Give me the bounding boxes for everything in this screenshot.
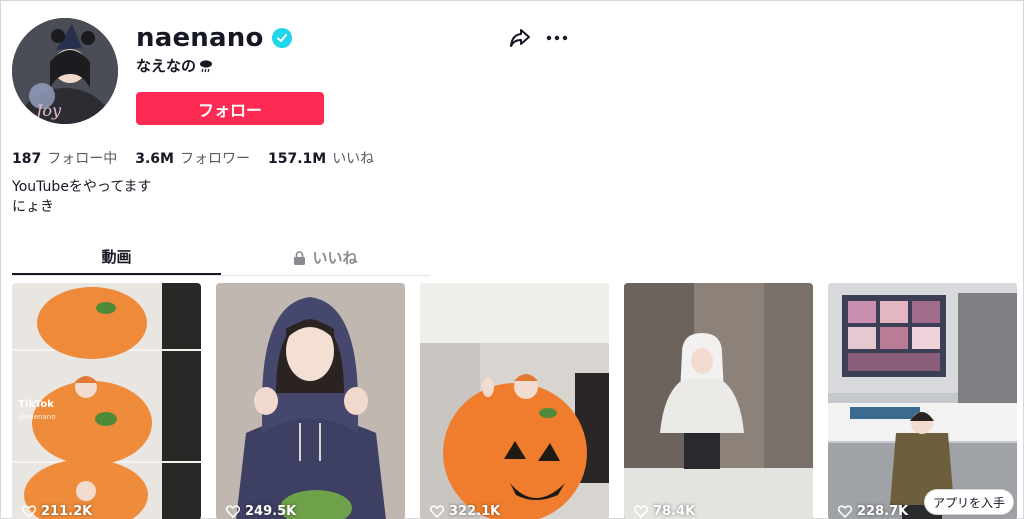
profile-page: Joy naenano なえなの フォロー 187 フォロー中 3.6M フォロ… (0, 0, 1024, 519)
verified-icon (271, 28, 292, 48)
tiktok-watermark: TikTok @naenano (18, 399, 56, 421)
bio: YouTubeをやってます にょき (12, 177, 152, 217)
tab-liked[interactable]: いいね (221, 240, 430, 275)
username: naenano (136, 23, 264, 53)
view-count: 211.2K (22, 504, 92, 519)
heart-outline-icon (430, 505, 444, 518)
cloud-rain-icon (200, 59, 213, 72)
video-thumbnail (624, 283, 813, 519)
avatar-image: Joy (12, 18, 118, 124)
avatar[interactable]: Joy (12, 18, 118, 124)
video-thumbnail (216, 283, 405, 519)
heart-outline-icon (22, 505, 36, 518)
tab-label: いいね (312, 249, 358, 267)
more-options-icon[interactable] (545, 28, 569, 48)
view-count: 228.7K (838, 504, 908, 519)
stat-label: フォロー中 (47, 151, 118, 167)
follow-button[interactable]: フォロー (136, 92, 324, 125)
view-count-value: 78.4K (653, 504, 696, 519)
video-card[interactable]: 228.7K (828, 283, 1017, 519)
view-count: 322.1K (430, 504, 500, 519)
username-row: naenano (136, 23, 292, 53)
bio-line: にょき (12, 199, 54, 215)
video-card[interactable]: 78.4K (624, 283, 813, 519)
view-count-value: 322.1K (449, 504, 501, 519)
video-grid: TikTok @naenano 211.2K 249.5K 322.1K 78.… (12, 283, 1017, 519)
tab-label: 動画 (101, 248, 132, 266)
get-app-button[interactable]: アプリを入手 (924, 489, 1014, 515)
stat-followers[interactable]: 3.6M フォロワー (135, 148, 250, 168)
video-card[interactable]: 322.1K (420, 283, 609, 519)
watermark-handle: @naenano (18, 413, 56, 421)
view-count-value: 211.2K (41, 504, 93, 519)
stat-value: 3.6M (135, 151, 174, 167)
bio-line: YouTubeをやってます (12, 179, 152, 195)
stat-likes: 157.1M いいね (268, 148, 374, 168)
video-thumbnail (420, 283, 609, 519)
view-count: 78.4K (634, 504, 695, 519)
stat-following[interactable]: 187 フォロー中 (12, 148, 117, 168)
view-count: 249.5K (226, 504, 296, 519)
stat-value: 157.1M (267, 151, 327, 167)
stat-label: いいね (332, 151, 375, 167)
profile-tabs: 動画 いいね (12, 240, 430, 276)
video-card[interactable]: TikTok @naenano 211.2K (12, 283, 201, 519)
stat-value: 187 (12, 151, 42, 167)
view-count-value: 249.5K (245, 504, 297, 519)
svg-text:Joy: Joy (33, 101, 62, 120)
tab-videos[interactable]: 動画 (12, 240, 221, 275)
lock-icon (294, 250, 306, 265)
heart-outline-icon (838, 505, 852, 518)
stat-label: フォロワー (179, 151, 250, 167)
heart-outline-icon (634, 505, 648, 518)
view-count-value: 228.7K (857, 504, 909, 519)
video-card[interactable]: 249.5K (216, 283, 405, 519)
video-thumbnail (828, 283, 1017, 519)
profile-stats: 187 フォロー中 3.6M フォロワー 157.1M いいね (12, 148, 374, 168)
share-icon[interactable] (509, 28, 531, 48)
heart-outline-icon (226, 505, 240, 518)
nickname: なえなの (136, 57, 197, 75)
nickname-row: なえなの (136, 55, 214, 76)
